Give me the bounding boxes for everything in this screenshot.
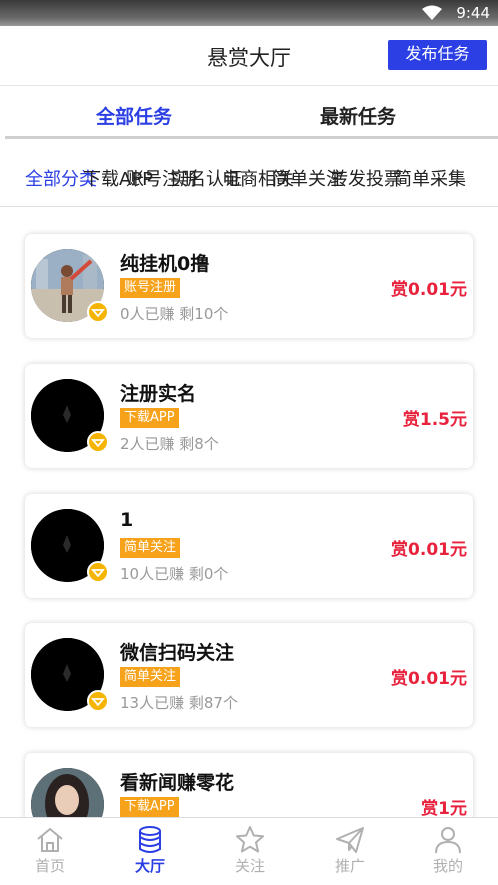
category-share-vote[interactable]: 转发投票: [330, 165, 402, 191]
nav-label: 大厅: [134, 857, 165, 875]
nav-label: 我的: [432, 857, 463, 875]
vip-badge-icon: [87, 690, 109, 712]
task-stats: 10人已赚 剩0个: [120, 565, 229, 583]
vip-badge-icon: [87, 561, 109, 583]
task-category-tag: 简单关注: [120, 667, 181, 687]
task-reward: 赏1元: [421, 799, 467, 817]
task-stats: 13人已赚 剩87个: [120, 694, 238, 712]
task-name: 看新闻赚零花: [120, 772, 235, 794]
nav-label: 推广: [334, 857, 365, 875]
avatar: [31, 768, 104, 817]
category-simple-collect[interactable]: 简单采集: [394, 165, 466, 191]
task-category-tag: 账号注册: [120, 278, 181, 298]
bottom-navigation: 首页 大厅 关注 推广 我的: [0, 817, 498, 885]
vip-badge-icon: [87, 301, 109, 323]
task-reward: 赏0.01元: [391, 280, 467, 300]
task-name: 注册实名: [120, 383, 197, 405]
task-category-tag: 下载APP: [120, 408, 179, 428]
clock: 9:44: [456, 4, 490, 22]
task-name: 1: [120, 509, 134, 531]
vip-badge-icon: [87, 431, 109, 453]
user-icon: [435, 827, 461, 854]
wifi-icon: [422, 5, 442, 20]
star-icon: [236, 826, 264, 853]
nav-promote[interactable]: 推广: [300, 818, 400, 885]
task-name: 纯挂机0撸: [120, 253, 210, 275]
task-reward: 赏0.01元: [391, 669, 467, 689]
home-icon: [37, 827, 63, 852]
category-bar: 全部分类 下载APP 账号注册 实名认证 电商相关 简单关注 转发投票 简单采集: [0, 139, 498, 207]
task-reward: 赏1.5元: [402, 410, 467, 430]
task-list: 纯挂机0撸 账号注册 0人已赚 剩10个 赏0.01元 注册实名 下载APP 2…: [0, 207, 498, 817]
task-reward: 赏0.01元: [391, 540, 467, 560]
task-name: 微信扫码关注: [120, 642, 235, 664]
database-icon: [139, 826, 161, 853]
title-bar: 悬赏大厅 发布任务: [0, 26, 498, 86]
task-stats: 0人已赚 剩10个: [120, 305, 229, 323]
tab-all-tasks[interactable]: 全部任务: [96, 102, 172, 129]
task-card[interactable]: 看新闻赚零花 下载APP 赏1元: [25, 753, 473, 817]
nav-label: 关注: [234, 857, 265, 875]
task-stats: 2人已赚 剩8个: [120, 435, 219, 453]
status-bar: 9:44: [0, 0, 498, 26]
nav-mine[interactable]: 我的: [398, 818, 498, 885]
nav-home[interactable]: 首页: [0, 818, 100, 885]
task-card[interactable]: 1 简单关注 10人已赚 剩0个 赏0.01元: [25, 494, 473, 598]
paper-plane-icon: [336, 827, 364, 853]
tab-latest-tasks[interactable]: 最新任务: [320, 102, 396, 129]
task-card[interactable]: 纯挂机0撸 账号注册 0人已赚 剩10个 赏0.01元: [25, 234, 473, 338]
task-card[interactable]: 注册实名 下载APP 2人已赚 剩8个 赏1.5元: [25, 364, 473, 468]
task-tabs: 全部任务 最新任务: [0, 87, 498, 139]
nav-hall[interactable]: 大厅: [100, 818, 200, 885]
task-category-tag: 下载APP: [120, 797, 179, 817]
task-category-tag: 简单关注: [120, 538, 181, 558]
publish-task-button[interactable]: 发布任务: [388, 40, 487, 70]
nav-follow[interactable]: 关注: [200, 818, 300, 885]
task-card[interactable]: 微信扫码关注 简单关注 13人已赚 剩87个 赏0.01元: [25, 623, 473, 727]
nav-label: 首页: [34, 857, 65, 875]
